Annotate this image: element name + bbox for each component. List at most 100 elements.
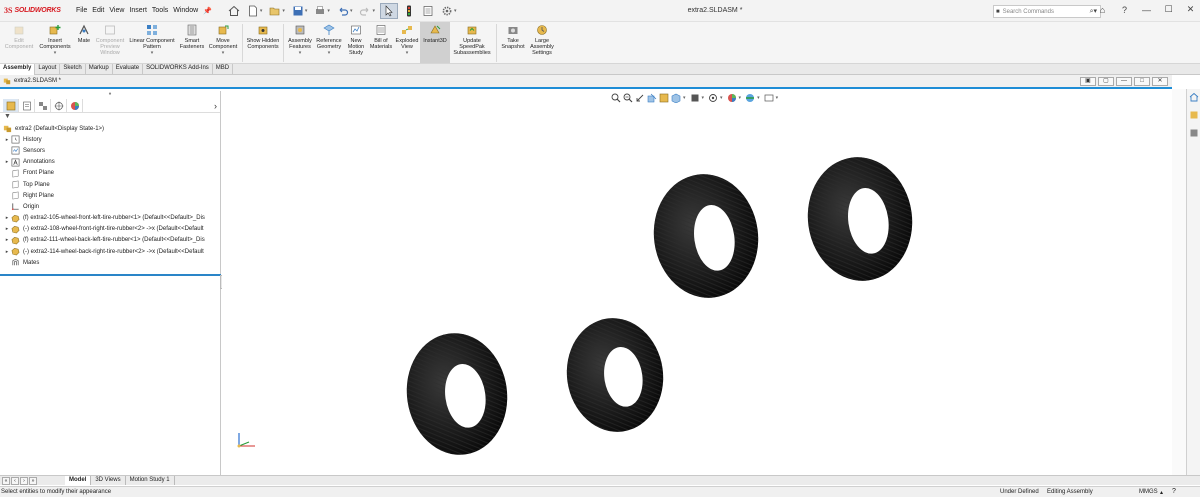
tab-sketch[interactable]: Sketch	[60, 64, 86, 75]
tree-item[interactable]: ▸ (-) extra2-114-wheel-back-right-tire-ru…	[3, 246, 220, 257]
smart-fasteners-button[interactable]: Smart Fasteners	[178, 22, 206, 63]
tab-layout[interactable]: Layout	[35, 64, 61, 75]
search-commands-input[interactable]: ■ Search Commands ⌕▾	[993, 5, 1101, 18]
expand-arrow-icon[interactable]: ▸	[3, 159, 11, 165]
tree-item[interactable]: Top Plane	[3, 179, 220, 190]
open-button[interactable]: ▾	[267, 3, 287, 19]
tree-item[interactable]: ▸ Annotations	[3, 157, 220, 168]
tile-window-button[interactable]: ▣	[1080, 77, 1096, 86]
component-preview-window-button[interactable]: Component Preview Window	[94, 22, 126, 63]
graphics-area[interactable]: ▾ ▾ ▾ ▾ ▾ ▾	[222, 91, 1172, 475]
expand-arrow-icon[interactable]: ▸	[3, 237, 11, 243]
minimize-window-button[interactable]: —	[1116, 77, 1132, 86]
expand-arrow-icon[interactable]: ▸	[3, 215, 11, 221]
tire-front-right[interactable]	[800, 150, 920, 287]
last-tab-button[interactable]: »	[29, 476, 37, 485]
tree-item[interactable]: Mates	[3, 257, 220, 268]
new-motion-study-button[interactable]: New Motion Study	[344, 22, 368, 63]
tab-configuration-manager[interactable]	[35, 99, 51, 112]
insert-components-button[interactable]: Insert Components ▾	[36, 22, 74, 63]
tab-property-manager[interactable]	[19, 99, 35, 112]
resources-icon[interactable]	[1189, 110, 1199, 120]
user-account-icon[interactable]: ⌂	[1097, 5, 1108, 15]
tire-front-left[interactable]	[646, 167, 766, 304]
exploded-view-button[interactable]: Exploded View ▾	[394, 22, 420, 63]
tree-item[interactable]: ▸ (f) extra2-105-wheel-front-left-tire-ru…	[3, 213, 220, 224]
tree-item[interactable]: Sensors	[3, 145, 220, 156]
chevron-down-icon[interactable]: ▾	[328, 50, 331, 56]
tab-dimxpert-manager[interactable]	[51, 99, 67, 112]
tab-3d-views[interactable]: 3D Views	[91, 476, 126, 485]
menu-tools[interactable]: Tools	[152, 7, 168, 14]
menu-view[interactable]: View	[109, 7, 124, 14]
menu-edit[interactable]: Edit	[92, 7, 104, 14]
status-help-button[interactable]: ?	[1172, 488, 1176, 495]
reference-geometry-button[interactable]: Reference Geometry ▾	[314, 22, 344, 63]
help-button[interactable]: ?	[1119, 5, 1130, 15]
move-component-button[interactable]: Move Component ▾	[206, 22, 240, 63]
assembly-features-button[interactable]: Assembly Features ▾	[286, 22, 314, 63]
undo-button[interactable]: ▾	[335, 3, 355, 19]
new-button[interactable]: ▾	[245, 3, 265, 19]
tab-markup[interactable]: Markup	[86, 64, 113, 75]
panel-grip[interactable]: ●	[0, 91, 220, 99]
menu-insert[interactable]: Insert	[129, 7, 147, 14]
tree-item[interactable]: ▸ (-) extra2-108-wheel-front-right-tire-r…	[3, 224, 220, 235]
restore-window-button[interactable]: ▢	[1098, 77, 1114, 86]
chevron-down-icon[interactable]: ▾	[222, 50, 225, 56]
expand-arrow-icon[interactable]: ▸	[3, 137, 11, 143]
tree-item[interactable]: Front Plane	[3, 168, 220, 179]
tree-item[interactable]: ▸ History	[3, 134, 220, 145]
tab-motion-study[interactable]: Motion Study 1	[126, 476, 175, 485]
linear-component-pattern-button[interactable]: Linear Component Pattern ▾	[126, 22, 178, 63]
select-button[interactable]	[379, 2, 398, 19]
document-tab[interactable]: extra2.SLDASM *	[14, 78, 61, 84]
mate-button[interactable]: Mate	[74, 22, 94, 63]
close-window-button[interactable]: ✕	[1152, 77, 1168, 86]
pin-icon[interactable]: 📌	[203, 7, 212, 15]
menu-window[interactable]: Window	[173, 7, 198, 14]
menu-file[interactable]: File	[76, 7, 87, 14]
chevron-down-icon[interactable]: ▾	[406, 50, 409, 56]
maximize-button[interactable]: ☐	[1163, 4, 1174, 15]
units-selector[interactable]: MMGS	[1139, 489, 1158, 495]
tree-item[interactable]: Right Plane	[3, 190, 220, 201]
tab-mbd[interactable]: MBD	[213, 64, 234, 75]
tire-back-left[interactable]	[399, 327, 515, 462]
rebuild-button[interactable]	[401, 3, 417, 19]
take-snapshot-button[interactable]: Take Snapshot	[499, 22, 527, 63]
tab-addins[interactable]: SOLIDWORKS Add-Ins	[143, 64, 213, 75]
solidworks-logo[interactable]: 3S SOLIDWORKS	[4, 6, 70, 15]
tire-back-right[interactable]	[560, 312, 671, 438]
design-library-icon[interactable]	[1189, 128, 1199, 138]
tab-feature-tree[interactable]	[3, 99, 19, 112]
previous-tab-button[interactable]: ‹	[11, 476, 19, 485]
tree-root[interactable]: extra2 (Default<Display State-1>)	[3, 123, 220, 134]
minimize-button[interactable]: —	[1141, 5, 1152, 15]
tree-item[interactable]: ▸ (f) extra2-111-wheel-back-left-tire-rub…	[3, 235, 220, 246]
search-icon[interactable]: ⌕▾	[1090, 7, 1097, 16]
expand-arrow-icon[interactable]: ▸	[3, 249, 11, 255]
chevron-down-icon[interactable]: ▾	[299, 50, 302, 56]
tab-evaluate[interactable]: Evaluate	[113, 64, 144, 75]
tab-model[interactable]: Model	[65, 476, 92, 485]
units-chevron-icon[interactable]: ▴	[1160, 489, 1163, 496]
tab-assembly[interactable]: Assembly	[0, 64, 36, 75]
close-button[interactable]: ✕	[1185, 4, 1196, 15]
expand-arrow-icon[interactable]: ▸	[3, 226, 11, 232]
first-tab-button[interactable]: «	[2, 476, 10, 485]
chevron-right-icon[interactable]: ›	[214, 101, 217, 111]
print-button[interactable]: ▾	[312, 3, 332, 19]
file-properties-button[interactable]	[420, 3, 436, 19]
home-icon[interactable]	[1189, 92, 1199, 102]
search-scope-icon[interactable]: ■	[996, 9, 1000, 15]
chevron-down-icon[interactable]: ▾	[151, 50, 154, 56]
large-assembly-settings-button[interactable]: Large Assembly Settings	[527, 22, 557, 63]
chevron-down-icon[interactable]: ▾	[54, 50, 57, 56]
options-button[interactable]: ▾	[439, 3, 459, 19]
edit-component-button[interactable]: Edit Component	[2, 22, 36, 63]
save-button[interactable]: ▾	[290, 3, 310, 19]
bill-of-materials-button[interactable]: Bill of Materials	[368, 22, 394, 63]
tab-display-manager[interactable]	[67, 99, 83, 112]
home-button[interactable]	[226, 3, 242, 19]
